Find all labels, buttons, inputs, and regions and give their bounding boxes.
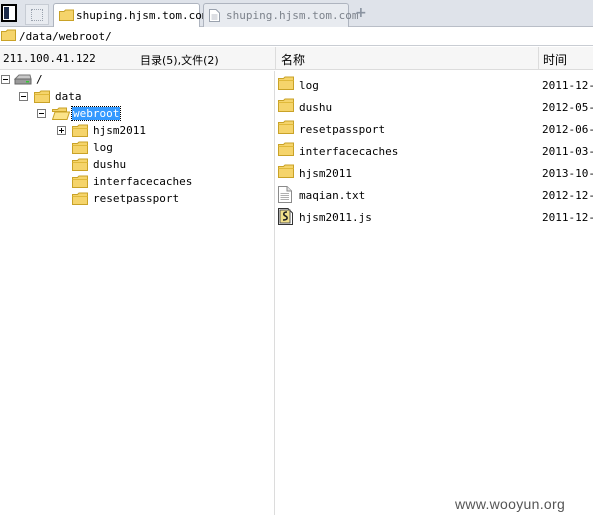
tree-node-resetpassport[interactable]: resetpassport (0, 191, 200, 207)
directory-tree: / data webroot hjsm2011 log dushu interf… (0, 71, 274, 515)
file-name: hjsm2011.js (299, 211, 372, 224)
folder-icon (278, 142, 294, 156)
file-list: log 2011-12-1 dushu 2012-05-0 resetpassp… (275, 71, 593, 515)
tree-node-log[interactable]: log (0, 140, 160, 156)
folder-icon (72, 175, 88, 188)
file-name: interfacecaches (299, 145, 399, 158)
tree-node-hjsm2011[interactable]: hjsm2011 (0, 123, 160, 139)
file-row[interactable]: hjsm2011 2013-10-1 (275, 162, 593, 182)
folder-icon (72, 141, 88, 154)
tree-label: interfacecaches (93, 175, 193, 188)
tree-label-selected: webroot (70, 106, 122, 121)
tree-label: dushu (93, 158, 127, 171)
file-name: maqian.txt (299, 189, 366, 202)
column-header-time[interactable]: 时间 (538, 47, 593, 70)
file-time: 2012-06-0 (542, 123, 593, 136)
tab-active[interactable]: shuping.hjsm.tom.com (53, 3, 208, 27)
tab-inactive[interactable]: shuping.hjsm.tom.com (203, 3, 358, 27)
file-row[interactable]: resetpassport 2012-06-0 (275, 118, 593, 138)
collapse-toggle[interactable] (37, 109, 46, 118)
server-ip: 211.100.41.122 (3, 52, 96, 65)
tab-label: shuping.hjsm.tom.com (76, 9, 209, 22)
window-menu-button[interactable] (1, 4, 17, 22)
tree-node-interfacecaches[interactable]: interfacecaches (0, 174, 200, 190)
file-row[interactable]: dushu 2012-05-0 (275, 96, 593, 116)
new-tab-button[interactable]: + (355, 5, 367, 21)
file-time: 2011-03-2 (542, 145, 593, 158)
drive-icon (14, 74, 32, 85)
file-name: resetpassport (299, 123, 386, 136)
file-row[interactable]: maqian.txt 2012-12-0 (275, 184, 593, 204)
collapse-toggle[interactable] (19, 92, 28, 101)
file-time: 2011-12-2 (542, 211, 593, 224)
folder-icon (278, 98, 294, 112)
column-header-name[interactable]: 名称 (275, 47, 538, 70)
file-time: 2013-10-1 (542, 167, 593, 180)
folder-icon (72, 158, 88, 171)
tree-label: hjsm2011 (93, 124, 146, 137)
item-counts: 目录(5),文件(2) (140, 54, 219, 67)
tab-label: shuping.hjsm.tom.com (226, 9, 359, 22)
tree-node-dushu[interactable]: dushu (0, 157, 160, 173)
file-row[interactable]: log 2011-12-1 (275, 74, 593, 94)
file-time: 2012-12-0 (542, 189, 593, 202)
script-file-icon (278, 208, 293, 225)
open-folder-icon (52, 107, 70, 120)
folder-icon (59, 9, 74, 21)
folder-icon (72, 124, 88, 137)
tab-bar: shuping.hjsm.tom.com shuping.hjsm.tom.co… (0, 0, 593, 27)
file-row[interactable]: hjsm2011.js 2011-12-2 (275, 206, 593, 226)
file-name: log (299, 79, 319, 92)
folder-icon (72, 192, 88, 205)
tree-node-data[interactable]: data (0, 89, 100, 105)
file-name: hjsm2011 (299, 167, 352, 180)
tree-node-root[interactable]: / (0, 72, 60, 88)
blank-page-icon (31, 9, 43, 21)
folder-icon (34, 90, 50, 103)
folder-icon (278, 120, 294, 134)
tree-node-webroot[interactable]: webroot (0, 106, 130, 122)
collapse-toggle[interactable] (1, 75, 10, 84)
expand-toggle[interactable] (57, 126, 66, 135)
address-path[interactable]: /data/webroot/ (19, 30, 112, 43)
folder-icon (278, 76, 294, 90)
tree-label: / (36, 73, 43, 86)
tree-label: data (55, 90, 82, 103)
folder-icon (278, 164, 294, 178)
document-icon (209, 9, 220, 22)
file-row[interactable]: interfacecaches 2011-03-2 (275, 140, 593, 160)
address-bar[interactable]: /data/webroot/ (0, 27, 593, 46)
tree-label: log (93, 141, 113, 154)
file-name: dushu (299, 101, 333, 114)
folder-icon (1, 29, 16, 41)
file-time: 2012-05-0 (542, 101, 593, 114)
text-file-icon (278, 186, 292, 203)
watermark: www.wooyun.org (455, 496, 566, 512)
file-time: 2011-12-1 (542, 79, 593, 92)
tree-label: resetpassport (93, 192, 180, 205)
header-bar: 211.100.41.122 目录(5),文件(2) 名称 时间 (0, 47, 593, 70)
blank-tab[interactable] (25, 4, 49, 25)
